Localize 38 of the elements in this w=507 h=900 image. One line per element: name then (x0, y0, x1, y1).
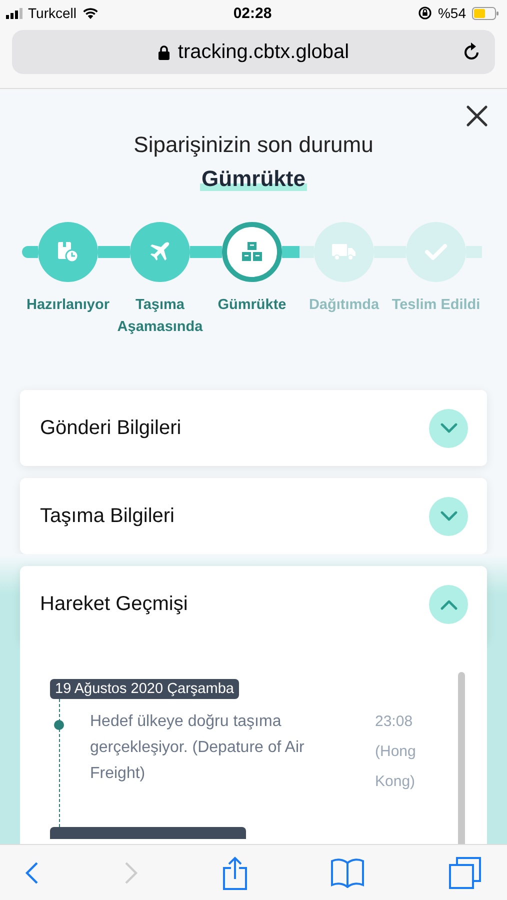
accordion-header[interactable]: Taşıma Bilgileri (20, 478, 487, 554)
event-time: 23:08 (375, 712, 414, 732)
signal-icon (6, 8, 23, 18)
carrier-name: Turkcell (28, 5, 76, 21)
step-label: Hazırlanıyor (26, 296, 110, 315)
url-text: tracking.cbtx.global (178, 40, 350, 64)
step-label: Teslim Edildi (390, 296, 482, 315)
battery-percentage: %54 (438, 5, 466, 21)
boxes-icon (241, 241, 263, 263)
back-icon[interactable] (25, 860, 39, 884)
progress-track (282, 246, 314, 258)
date-tag: 19 Ağustos 2020 Çarşamba (50, 679, 239, 699)
step-label: Gümrükte (216, 296, 288, 315)
battery-icon (472, 6, 499, 20)
step-label: Taşıma Aşamasında (116, 296, 204, 337)
wifi-icon (82, 7, 98, 19)
reload-icon[interactable] (463, 42, 481, 62)
event-description: Hedef ülkeye doğru taşıma gerçekleşiyor. (Depature of Air Freight) (90, 712, 306, 784)
box-clock-icon (57, 241, 79, 263)
order-status-title: Siparişinizin son durumu (132, 132, 374, 158)
lock-icon (158, 44, 170, 60)
clock-time: 02:28 (233, 4, 272, 22)
event-location: (Hong Kong) (375, 742, 417, 792)
accordion-header[interactable]: Gönderi Bilgileri (20, 390, 487, 466)
tabs-icon[interactable] (449, 856, 481, 888)
address-bar[interactable]: tracking.cbtx.global (12, 30, 495, 74)
rotation-lock-icon (418, 6, 432, 20)
share-icon[interactable] (222, 856, 246, 890)
scrollbar[interactable] (458, 672, 465, 844)
checkmark-icon (425, 243, 447, 261)
accordion-header[interactable]: Hareket Geçmişi (20, 566, 487, 642)
chevron-down-icon (440, 510, 458, 522)
bookmarks-icon[interactable] (331, 858, 364, 888)
airplane-icon (149, 241, 171, 263)
close-icon[interactable] (466, 105, 488, 127)
chevron-down-icon (440, 422, 458, 434)
truck-icon (332, 243, 356, 261)
chevron-up-icon (440, 598, 458, 610)
